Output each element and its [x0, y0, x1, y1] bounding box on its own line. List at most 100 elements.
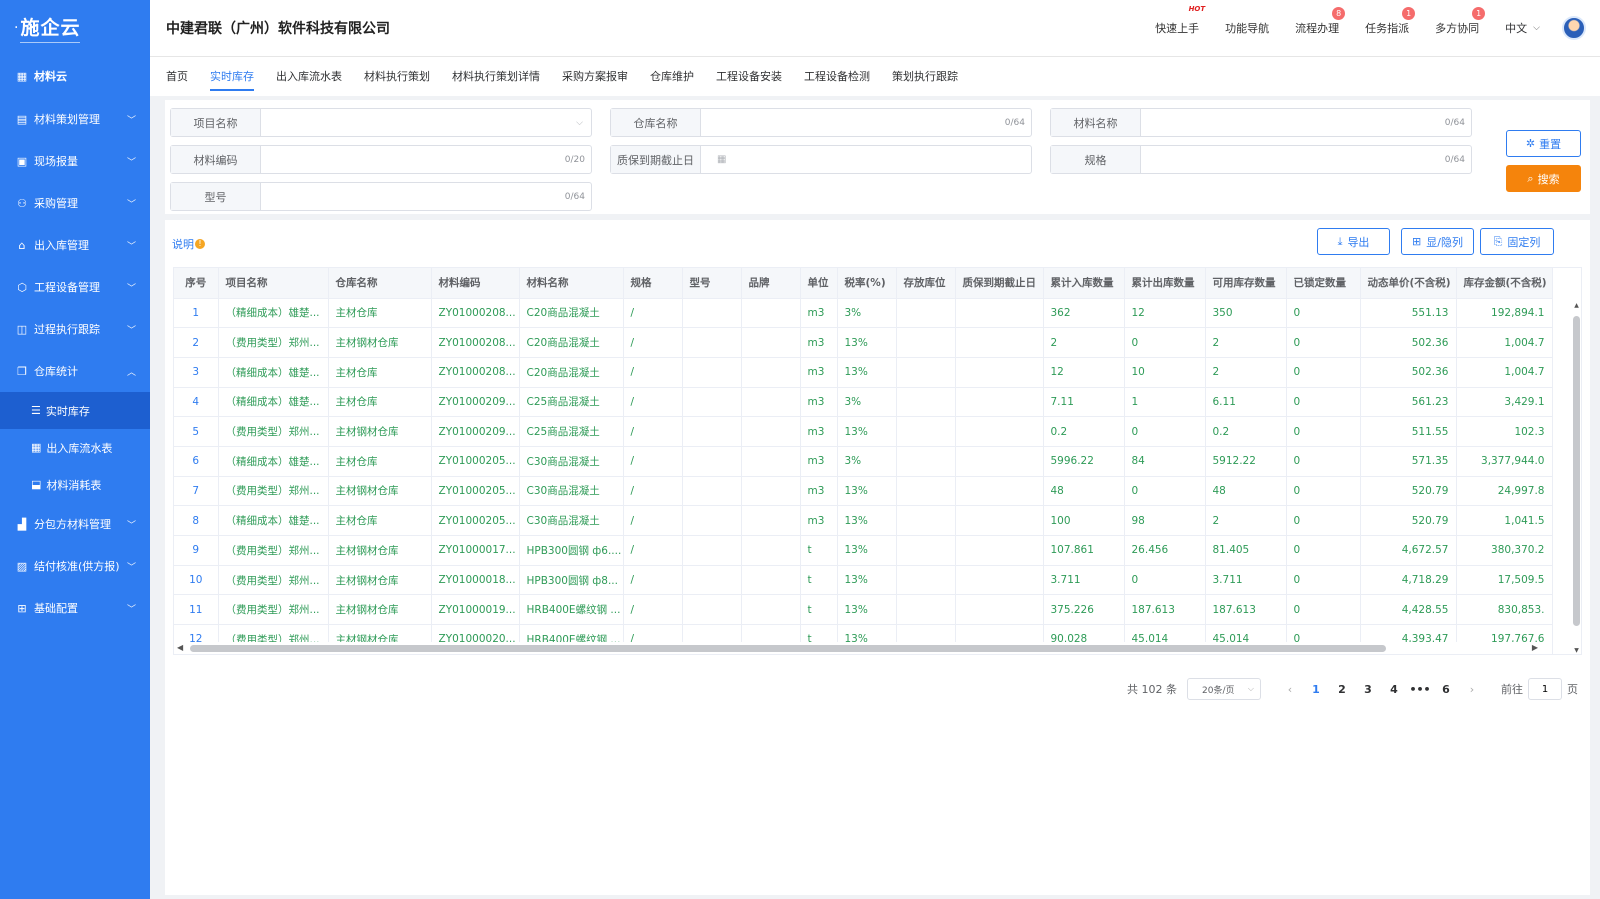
page-number[interactable]: 6: [1433, 683, 1459, 696]
table-row[interactable]: 7 （费用类型）郑州... 主材钢材仓库 ZY01000205... C30商品混凝土 /…: [174, 476, 1553, 507]
table-cell: HPB300圆钢 ф6....: [519, 535, 624, 566]
table-cell: 0: [1286, 387, 1361, 418]
page-number[interactable]: 1: [1303, 683, 1329, 696]
page-ellipsis[interactable]: •••: [1407, 683, 1433, 696]
fix-columns-button[interactable]: ⎘ 固定列: [1480, 228, 1554, 255]
header-link[interactable]: 多方协同 1: [1435, 7, 1486, 36]
table-row[interactable]: 2 （费用类型）郑州... 主材钢材仓库 ZY01000208... C20商品混凝土 /…: [174, 327, 1553, 358]
table-cell: 520.79: [1360, 476, 1457, 507]
table-cell: [741, 565, 801, 596]
model-input[interactable]: 型号 0/64: [170, 182, 592, 211]
header-link[interactable]: 功能导航: [1225, 20, 1269, 36]
table-row[interactable]: 8 （精细成本）雄楚... 主材仓库 ZY01000205... C30商品混凝土 / m3…: [174, 505, 1553, 536]
help-note[interactable]: 说明!: [172, 236, 205, 252]
sidebar-subitem[interactable]: ☰ 实时库存: [0, 392, 150, 429]
table-cell: ZY01000209...: [431, 387, 520, 418]
sidebar-item[interactable]: ▣ 现场报量 ﹀: [0, 140, 150, 182]
table-cell: 主材仓库: [328, 387, 432, 418]
tab-item[interactable]: 工程设备检测: [804, 57, 870, 96]
vertical-scrollbar[interactable]: ▲ ▼: [1572, 298, 1581, 654]
tab-item[interactable]: 仓库维护: [650, 57, 694, 96]
sidebar-subitem-label: 材料消耗表: [46, 478, 102, 492]
scroll-up-icon[interactable]: ▲: [1572, 302, 1581, 309]
table-row[interactable]: 6 （精细成本）雄楚... 主材仓库 ZY01000205... C30商品混凝土 / m3…: [174, 446, 1553, 477]
table-cell: HPB300圆钢 ф8...: [519, 565, 624, 596]
table-cell: 主材钢材仓库: [328, 594, 432, 626]
chevron-down-icon: ⌵: [1533, 23, 1540, 33]
chevron-up-icon: ︿: [126, 367, 136, 378]
page-size-select[interactable]: 20条/页 ⌵: [1187, 678, 1261, 700]
table-cell: 3,429.1: [1456, 387, 1553, 418]
table-cell: 3%: [837, 387, 897, 418]
tab-item[interactable]: 材料执行策划: [364, 57, 430, 96]
language-select[interactable]: 中文 ⌵: [1505, 20, 1540, 36]
warranty-date-picker[interactable]: 质保到期截止日 ▦: [610, 145, 1032, 174]
clipboard-icon: ▨: [16, 559, 28, 573]
table-cell: 0: [1286, 476, 1361, 507]
toggle-columns-button[interactable]: ⊞ 显/隐列: [1401, 228, 1474, 255]
table-row[interactable]: 1 （精细成本）雄楚... 主材仓库 ZY01000208... C20商品混凝土 / m3…: [174, 298, 1553, 329]
table-row[interactable]: 9 （费用类型）郑州... 主材钢材仓库 ZY01000017... HPB300圆钢 …: [174, 535, 1553, 566]
sidebar-item[interactable]: ⚇ 采购管理 ﹀: [0, 182, 150, 224]
goto-page-input[interactable]: [1528, 678, 1562, 700]
tab-item[interactable]: 工程设备安装: [716, 57, 782, 96]
scroll-left-icon[interactable]: ◀: [177, 643, 183, 652]
horizontal-scrollbar[interactable]: ◀ ▶: [174, 642, 1552, 654]
material-name-input[interactable]: 材料名称 0/64: [1050, 108, 1472, 137]
column-header: 型号: [682, 268, 742, 299]
sidebar-item[interactable]: ❐ 仓库统计 ︿: [0, 350, 150, 392]
prev-page-icon[interactable]: ‹: [1281, 683, 1299, 696]
table-cell: m3: [800, 416, 838, 447]
tab-item[interactable]: 策划执行跟踪: [892, 57, 958, 96]
export-button[interactable]: ⤓ 导出: [1317, 228, 1390, 255]
column-header: 材料名称: [519, 268, 624, 299]
sidebar-item-material-cloud[interactable]: ▦ 材料云: [0, 56, 150, 96]
search-button[interactable]: ⌕ 搜索: [1506, 165, 1581, 192]
total-count: 共 102 条: [1127, 683, 1177, 696]
scroll-thumb[interactable]: [190, 645, 1386, 652]
sidebar-item[interactable]: ⊞ 基础配置 ﹀: [0, 587, 150, 629]
project-name-select[interactable]: 项目名称 ⌵: [170, 108, 592, 137]
table-row[interactable]: 11 （费用类型）郑州... 主材钢材仓库 ZY01000019... HRB400E螺…: [174, 594, 1553, 626]
warehouse-name-input[interactable]: 仓库名称 0/64: [610, 108, 1032, 137]
header-link[interactable]: 任务指派 1: [1365, 7, 1416, 36]
next-page-icon[interactable]: ›: [1463, 683, 1481, 696]
page-number[interactable]: 4: [1381, 683, 1407, 696]
chevron-down-icon: ﹀: [126, 241, 136, 252]
reset-button[interactable]: ✲ 重置: [1506, 130, 1581, 157]
sidebar-item[interactable]: ◫ 过程执行跟踪 ﹀: [0, 308, 150, 350]
table-row[interactable]: 10 （费用类型）郑州... 主材钢材仓库 ZY01000018... HPB300圆钢…: [174, 565, 1553, 596]
scroll-right-icon[interactable]: ▶: [1532, 643, 1538, 652]
table-cell: [741, 387, 801, 418]
material-code-input[interactable]: 材料编码 0/20: [170, 145, 592, 174]
field-label: 材料名称: [1051, 109, 1141, 136]
table-row[interactable]: 4 （精细成本）雄楚... 主材仓库 ZY01000209... C25商品混凝土 / m3…: [174, 387, 1553, 418]
tab-item[interactable]: 实时库存: [210, 57, 254, 96]
sidebar-item[interactable]: ⬡ 工程设备管理 ﹀: [0, 266, 150, 308]
spec-input[interactable]: 规格 0/64: [1050, 145, 1472, 174]
tab-item[interactable]: 首页: [166, 57, 188, 96]
scroll-thumb[interactable]: [1573, 316, 1580, 626]
sidebar-item[interactable]: ▤ 材料策划管理 ﹀: [0, 98, 150, 140]
header-link[interactable]: 流程办理 8: [1295, 7, 1346, 36]
tab-item[interactable]: 材料执行策划详情: [452, 57, 540, 96]
table-cell: C30商品混凝土: [519, 505, 624, 536]
sidebar-subitem[interactable]: ▦ 出入库流水表: [0, 429, 150, 466]
sidebar-item[interactable]: ▨ 结付核准(供方报) ﹀: [0, 545, 150, 587]
sidebar-subitem-label: 出入库流水表: [46, 441, 113, 455]
logo[interactable]: · 施企云: [0, 0, 150, 56]
table-row[interactable]: 3 （精细成本）雄楚... 主材仓库 ZY01000208... C20商品混凝土 / m3…: [174, 357, 1553, 388]
sidebar-item[interactable]: ⌂ 出入库管理 ﹀: [0, 224, 150, 266]
page-number[interactable]: 2: [1329, 683, 1355, 696]
table-cell: ZY01000205...: [431, 446, 520, 477]
sidebar-subitem[interactable]: ⬓ 材料消耗表: [0, 466, 150, 503]
header-link[interactable]: 快速上手 HOT: [1155, 5, 1205, 36]
grid-icon: ⊞: [17, 601, 27, 615]
scroll-down-icon[interactable]: ▼: [1572, 647, 1581, 654]
table-row[interactable]: 5 （费用类型）郑州... 主材钢材仓库 ZY01000209... C25商品混凝土 /…: [174, 416, 1553, 447]
tab-item[interactable]: 采购方案报审: [562, 57, 628, 96]
sidebar-item[interactable]: ▟ 分包方材料管理 ﹀: [0, 503, 150, 545]
avatar[interactable]: [1562, 16, 1586, 40]
page-number[interactable]: 3: [1355, 683, 1381, 696]
tab-item[interactable]: 出入库流水表: [276, 57, 342, 96]
